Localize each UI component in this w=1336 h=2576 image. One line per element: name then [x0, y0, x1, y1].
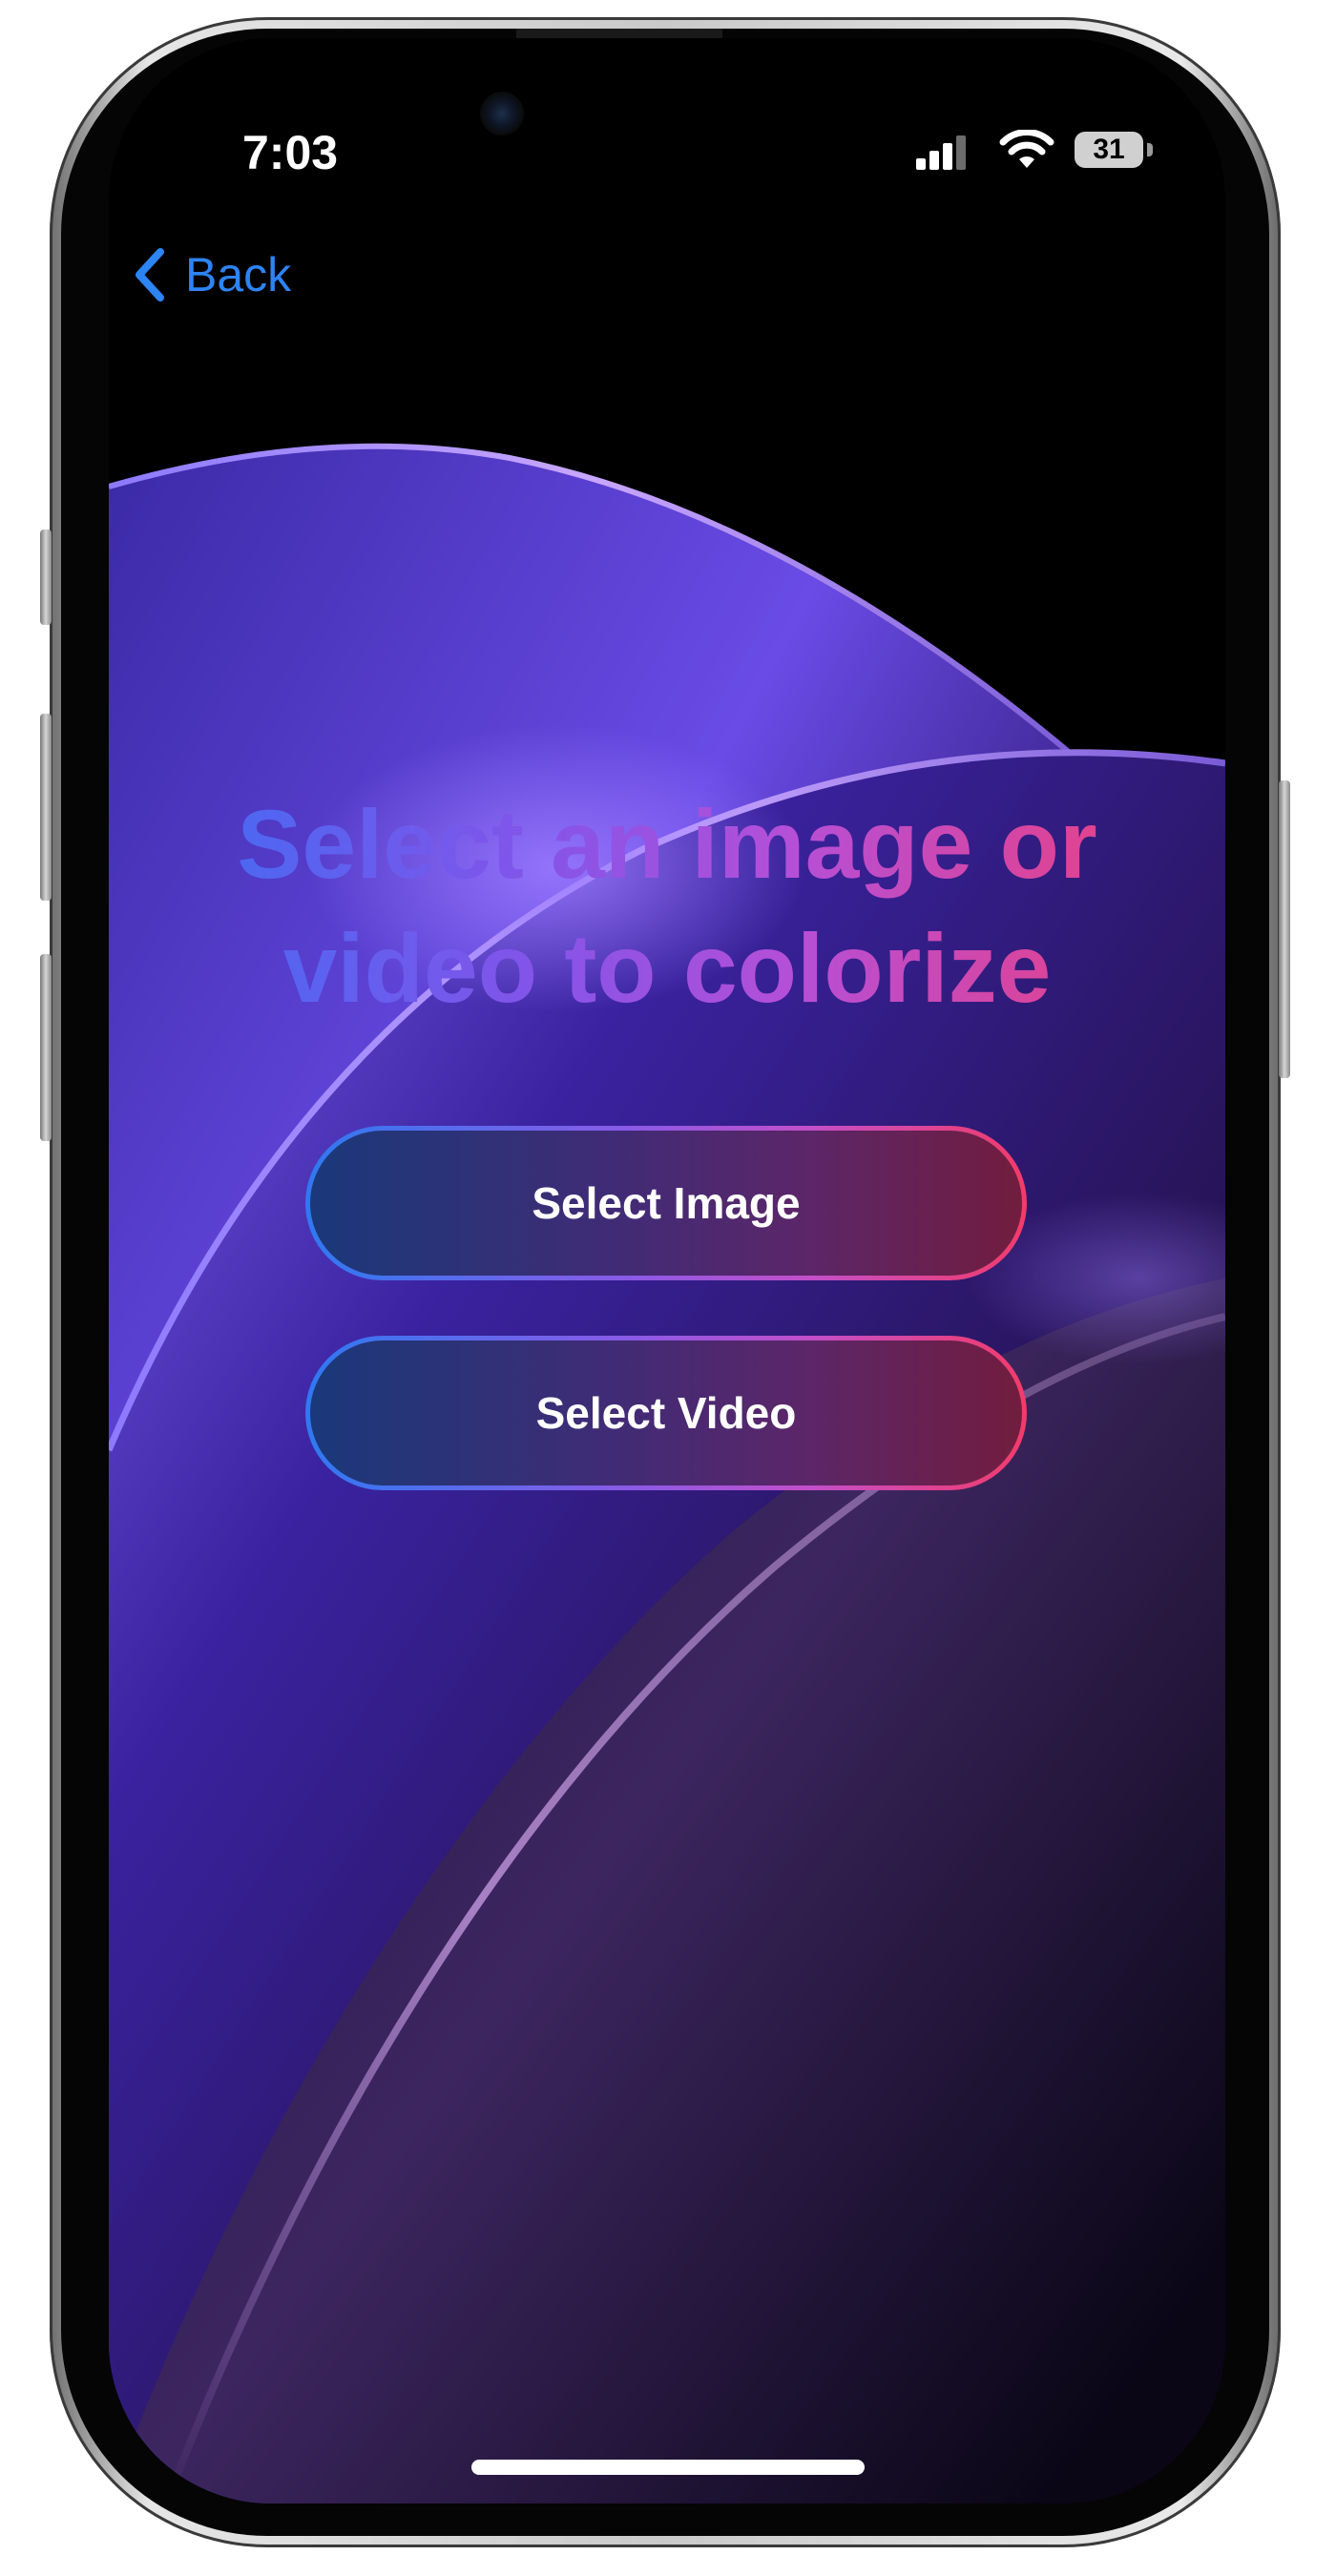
- status-time: 7:03: [242, 126, 339, 179]
- select-video-label: Select Video: [535, 1388, 797, 1438]
- wifi-icon: [999, 130, 1054, 168]
- chevron-left-icon: [136, 248, 164, 301]
- cellular-signal-icon: [916, 135, 966, 170]
- battery-icon: 31: [1075, 132, 1143, 168]
- select-video-button[interactable]: Select Video: [305, 1336, 1027, 1490]
- battery-terminal: [1147, 143, 1153, 156]
- status-icons: 31: [916, 130, 1164, 177]
- headline-line-1: Select an image or: [237, 790, 1097, 899]
- headline: Select an image or video to colorize: [147, 782, 1187, 1030]
- select-image-button[interactable]: Select Image: [305, 1126, 1027, 1280]
- select-image-label: Select Image: [532, 1178, 801, 1228]
- back-button[interactable]: Back: [132, 237, 342, 313]
- volume-up-button: [40, 714, 52, 901]
- page: 7:03 31 Back Select an image or video to…: [0, 0, 1336, 2576]
- power-button: [1279, 780, 1290, 1078]
- front-camera: [480, 92, 524, 135]
- headline-line-2: video to colorize: [282, 914, 1052, 1023]
- action-button: [40, 530, 52, 625]
- battery-level: 31: [1093, 134, 1125, 165]
- screen: 7:03 31 Back Select an image or video to…: [109, 38, 1225, 2503]
- back-label: Back: [185, 248, 292, 301]
- volume-down-button: [40, 954, 52, 1141]
- home-indicator[interactable]: [471, 2460, 865, 2475]
